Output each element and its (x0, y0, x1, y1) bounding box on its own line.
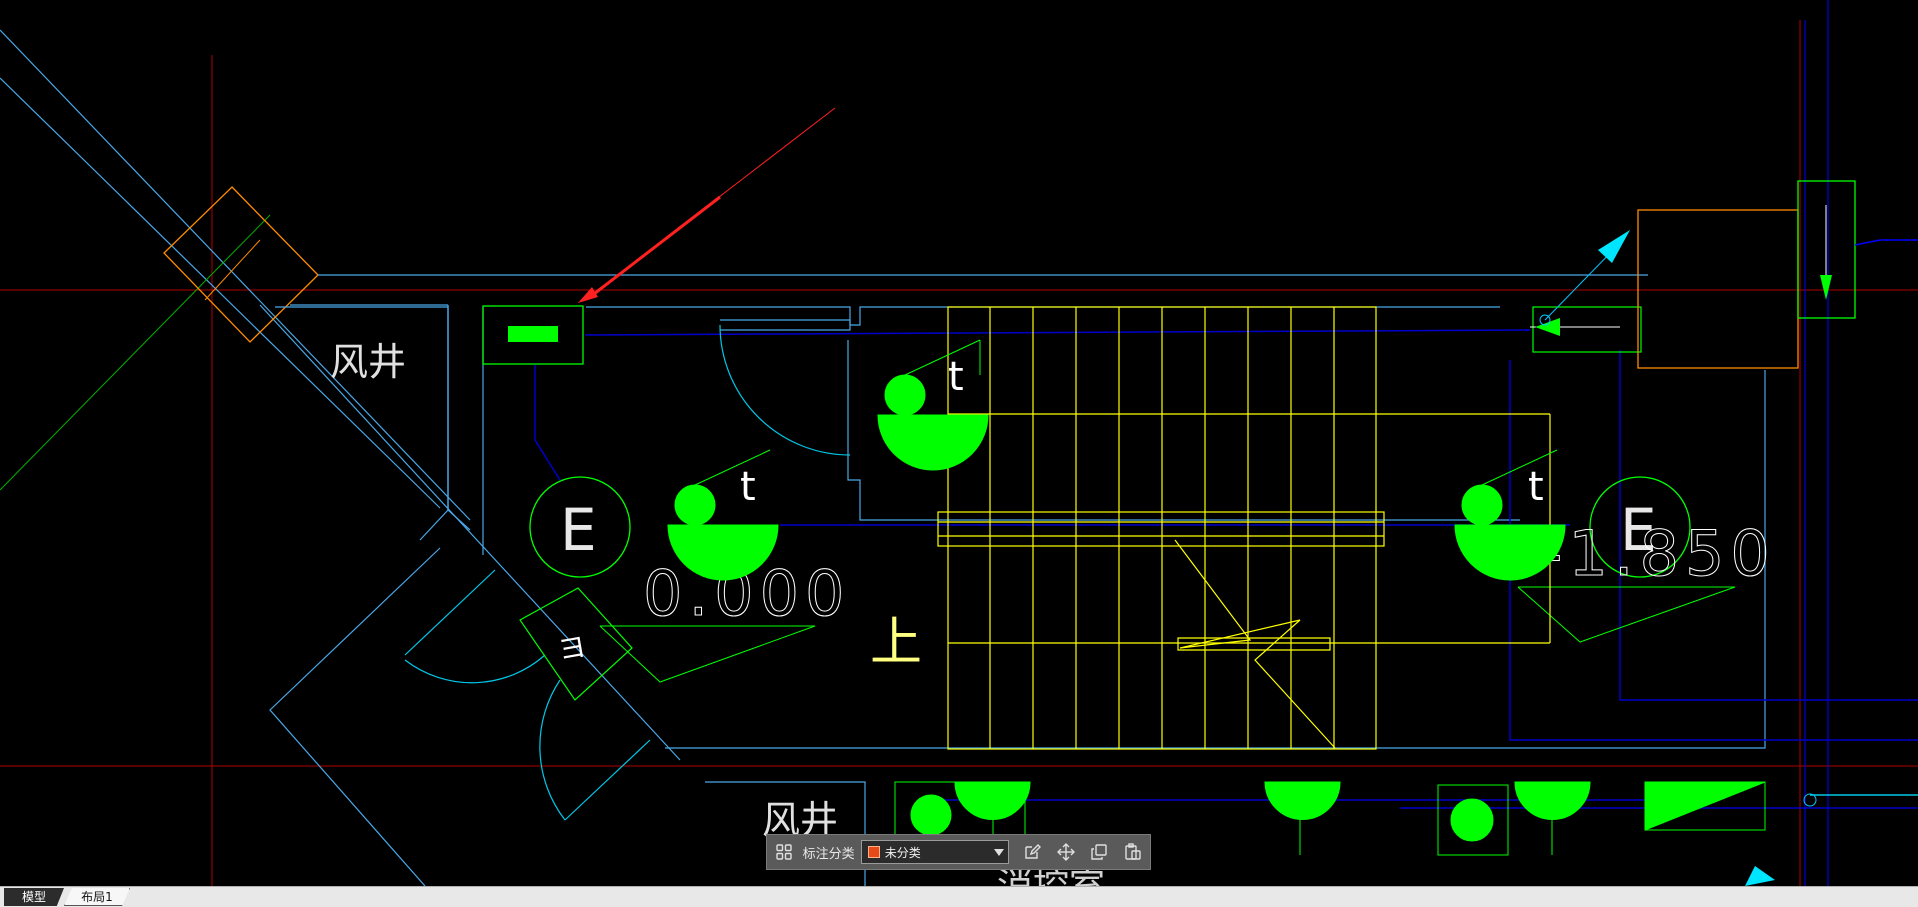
t-label-3: t (1528, 464, 1544, 510)
t-label-2: t (740, 464, 756, 510)
category-grid-icon[interactable] (767, 835, 801, 869)
orange-room-box (1637, 209, 1799, 369)
drawing-canvas[interactable]: 风井 ヨ E E 0.000 -1.850 上 t t t 风井 (0, 0, 1918, 886)
stair-up-label: 上 (870, 613, 922, 673)
tab-model[interactable]: 模型 (4, 888, 64, 906)
svg-text:ヨ: ヨ (555, 630, 588, 667)
paste-icon[interactable] (1116, 835, 1150, 869)
green-diagonal (0, 214, 271, 491)
axis-label-e1: E (560, 496, 597, 564)
annotation-category-dropdown[interactable]: 未分类 (860, 840, 1010, 864)
annotation-category-label: 标注分类 (802, 846, 855, 862)
equipment-fill (508, 326, 558, 342)
annotation-toolbar: 标注分类 未分类 (766, 834, 1151, 870)
category-color-swatch (867, 846, 880, 858)
edit-icon[interactable] (1015, 835, 1049, 869)
category-selected-value: 未分类 (884, 845, 921, 860)
move-icon[interactable] (1049, 835, 1083, 869)
t-label-1: t (948, 354, 964, 400)
layout-tab-bar: 模型 布局1 (0, 886, 1918, 907)
cyan-arrow-head (1598, 230, 1630, 263)
copy-icon[interactable] (1083, 835, 1117, 869)
chevron-down-icon (994, 849, 1005, 856)
cad-drawing[interactable]: 风井 ヨ E E 0.000 -1.850 上 t t t 风井 (0, 0, 1918, 886)
elevation-label-2: -1.850 (1540, 517, 1776, 590)
shaft-label-top: 风井 (330, 340, 406, 384)
tab-layout1[interactable]: 布局1 (64, 888, 130, 906)
red-arrow-head (578, 287, 598, 303)
orange-shaft-box (163, 186, 319, 343)
diagonal-walls (0, 29, 681, 886)
